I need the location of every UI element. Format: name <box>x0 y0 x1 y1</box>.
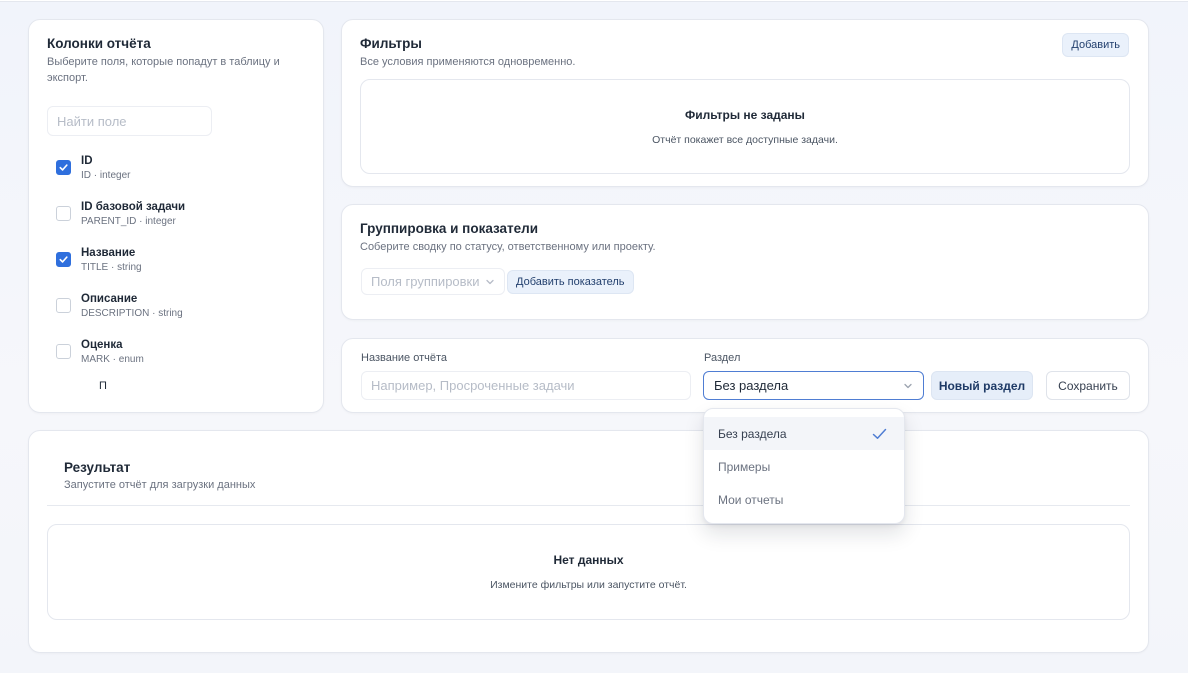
column-name: ID <box>81 155 93 167</box>
report-name-label: Название отчёта <box>361 352 448 364</box>
result-header: Результат Запустите отчёт для загрузки д… <box>64 460 255 493</box>
grouping-controls: Поля группировки Добавить показатель <box>361 268 634 295</box>
column-item-description[interactable]: Описание DESCRIPTION · string <box>47 292 305 338</box>
column-meta: TITLE · string <box>81 262 142 273</box>
column-meta: DESCRIPTION · string <box>81 308 183 319</box>
result-divider <box>47 505 1130 506</box>
option-label: Мои отчеты <box>718 492 784 507</box>
add-metric-button[interactable]: Добавить показатель <box>507 269 634 294</box>
column-name: Название <box>81 247 136 259</box>
chevron-down-icon <box>486 279 494 284</box>
column-item-mark[interactable]: Оценка MARK · enum <box>47 338 305 384</box>
section-select[interactable]: Без раздела <box>703 371 924 400</box>
column-name: ID базовой задачи <box>81 201 186 213</box>
filters-empty-title: Фильтры не заданы <box>685 107 805 122</box>
report-name-input[interactable] <box>361 371 691 400</box>
column-item-parent-id[interactable]: ID базовой задачи PARENT_ID · integer <box>47 200 305 246</box>
chevron-down-icon <box>904 383 912 388</box>
grouping-subtitle: Соберите сводку по статусу, ответственно… <box>360 241 656 253</box>
columns-title: Колонки отчёта <box>47 36 151 51</box>
column-meta: ID · integer <box>81 170 131 181</box>
report-save-panel: Название отчёта Раздел Без раздела Новый… <box>341 338 1149 413</box>
columns-panel: Колонки отчёта Выберите поля, которые по… <box>28 19 324 413</box>
column-checkbox[interactable] <box>56 160 71 175</box>
checkmark-icon <box>872 428 887 439</box>
group-fields-select[interactable]: Поля группировки <box>361 268 505 295</box>
field-search-input[interactable] <box>47 106 212 136</box>
save-button[interactable]: Сохранить <box>1046 371 1130 400</box>
columns-list: ID ID · integer ID базовой задачи PARENT… <box>47 154 305 392</box>
result-subtitle: Запустите отчёт для загрузки данных <box>64 479 256 491</box>
section-dropdown-menu: Без раздела Примеры Мои отчеты <box>703 408 905 524</box>
option-label: Примеры <box>718 459 771 474</box>
column-name: Оценка <box>81 339 123 351</box>
grouping-panel: Группировка и показатели Соберите сводку… <box>341 204 1149 320</box>
filters-subtitle: Все условия применяются одновременно. <box>360 56 576 68</box>
filters-panel: Фильтры Все условия применяются одноврем… <box>341 19 1149 187</box>
section-option-examples[interactable]: Примеры <box>704 450 904 483</box>
columns-subtitle: Выберите поля, которые попадут в таблицу… <box>47 56 280 84</box>
grouping-title: Группировка и показатели <box>360 221 539 236</box>
result-empty-text: Измените фильтры или запустите отчёт. <box>490 579 687 591</box>
column-name: Описание <box>81 293 138 305</box>
filters-empty-state: Фильтры не заданы Отчёт покажет все дост… <box>360 79 1130 174</box>
section-label: Раздел <box>704 352 741 364</box>
option-label: Без раздела <box>718 426 787 441</box>
add-filter-button[interactable]: Добавить <box>1062 33 1129 57</box>
check-icon <box>59 256 68 263</box>
column-item-title[interactable]: Название TITLE · string <box>47 246 305 292</box>
column-item-id[interactable]: ID ID · integer <box>47 154 305 200</box>
new-section-button[interactable]: Новый раздел <box>931 371 1033 400</box>
column-item-partial[interactable]: П <box>99 380 305 392</box>
check-icon <box>59 164 68 171</box>
result-title: Результат <box>64 460 131 475</box>
column-meta: PARENT_ID · integer <box>81 216 176 227</box>
column-checkbox[interactable] <box>56 298 71 313</box>
section-select-value: Без раздела <box>714 378 789 393</box>
result-panel: Результат Запустите отчёт для загрузки д… <box>28 430 1149 653</box>
column-checkbox[interactable] <box>56 344 71 359</box>
filters-title: Фильтры <box>360 36 422 51</box>
result-empty-state: Нет данных Измените фильтры или запустит… <box>47 524 1130 620</box>
group-fields-placeholder: Поля группировки <box>371 274 480 289</box>
column-checkbox[interactable] <box>56 252 71 267</box>
filters-empty-text: Отчёт покажет все доступные задачи. <box>652 133 838 146</box>
column-checkbox[interactable] <box>56 206 71 221</box>
section-option-none[interactable]: Без раздела <box>704 417 904 450</box>
result-empty-title: Нет данных <box>553 553 624 567</box>
top-panel-edge <box>0 0 1188 2</box>
section-option-my-reports[interactable]: Мои отчеты <box>704 483 904 516</box>
column-meta: MARK · enum <box>81 354 144 365</box>
